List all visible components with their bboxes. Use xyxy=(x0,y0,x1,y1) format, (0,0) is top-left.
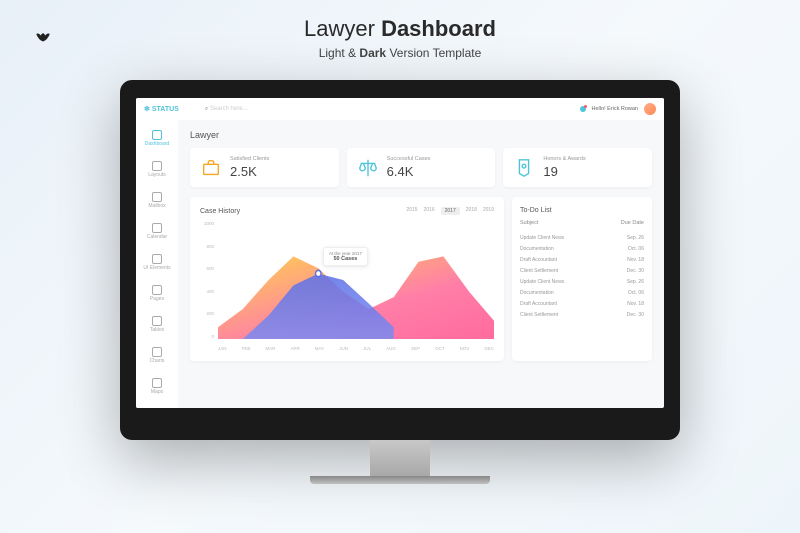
stat-icon xyxy=(200,157,222,179)
sidebar: Dashboard Layouts Mailbox Calendar UI Elemen… xyxy=(136,120,178,408)
todo-row[interactable]: Update Client NewsSep. 26 xyxy=(520,232,644,243)
stat-icon xyxy=(513,157,535,179)
case-history-card: Case History 2015 2016 2017 2018 2019 100080… xyxy=(190,197,504,361)
nav-icon xyxy=(152,378,162,388)
page-title: Lawyer xyxy=(190,130,652,140)
todo-row[interactable]: Draft AccountantNov. 18 xyxy=(520,254,644,265)
sidebar-item-maps[interactable]: Maps xyxy=(136,376,178,397)
year-tab[interactable]: 2019 xyxy=(483,207,494,215)
stat-icon xyxy=(357,157,379,179)
nav-icon xyxy=(152,223,162,233)
nav-icon xyxy=(152,285,162,295)
area-chart xyxy=(218,221,494,339)
year-tab[interactable]: 2016 xyxy=(424,207,435,215)
nav-icon xyxy=(152,347,162,357)
todo-row[interactable]: Update Client NewsSep. 26 xyxy=(520,276,644,287)
brand-logo[interactable]: ✻ STATUS xyxy=(144,105,179,113)
vendor-badge xyxy=(18,12,68,62)
nav-icon xyxy=(152,161,162,171)
app-screen: ✻ STATUS ⌕ Search here... Hello! Erick R… xyxy=(136,98,664,408)
sidebar-item-layouts[interactable]: Layouts xyxy=(136,159,178,180)
stat-card: Satisfied Clients2.5K xyxy=(190,148,339,187)
todo-row[interactable]: DocumentationOct. 06 xyxy=(520,243,644,254)
search-input[interactable]: ⌕ Search here... xyxy=(205,106,574,113)
main-content: Lawyer Satisfied Clients2.5KSuccessful C… xyxy=(178,120,664,408)
chart-tooltip: At the year 2017 50 Cases xyxy=(323,247,368,266)
sidebar-item-tables[interactable]: Tables xyxy=(136,314,178,335)
sidebar-item-dashboard[interactable]: Dashboard xyxy=(136,128,178,149)
nav-icon xyxy=(152,192,162,202)
sidebar-item-calendar[interactable]: Calendar xyxy=(136,221,178,242)
bat-icon xyxy=(34,28,52,46)
todo-col-due: Due Date xyxy=(621,220,644,226)
sidebar-item-ui-elements[interactable]: UI Elements xyxy=(136,252,178,273)
promo-subtitle: Light & Dark Version Template xyxy=(0,46,800,60)
promo-title: Lawyer Dashboard xyxy=(0,0,800,42)
notification-icon[interactable] xyxy=(580,106,586,112)
sidebar-item-mailbox[interactable]: Mailbox xyxy=(136,190,178,211)
year-tab[interactable]: 2017 xyxy=(441,207,460,215)
sidebar-item-pages[interactable]: Pages xyxy=(136,283,178,304)
chart-area: 10008006004002000 xyxy=(200,221,494,351)
topbar: ✻ STATUS ⌕ Search here... Hello! Erick R… xyxy=(136,98,664,120)
nav-icon xyxy=(152,130,162,140)
year-tabs: 2015 2016 2017 2018 2019 xyxy=(406,207,494,215)
nav-icon xyxy=(152,254,162,264)
nav-icon xyxy=(152,316,162,326)
stat-card: Honors & Awards19 xyxy=(503,148,652,187)
monitor-mockup: ✻ STATUS ⌕ Search here... Hello! Erick R… xyxy=(120,80,680,484)
year-tab[interactable]: 2018 xyxy=(466,207,477,215)
todo-col-subject: Subject xyxy=(520,220,538,226)
sidebar-item-charts[interactable]: Charts xyxy=(136,345,178,366)
sidebar-item-profile[interactable]: Profile xyxy=(136,407,178,408)
chart-title: Case History xyxy=(200,208,240,215)
todo-row[interactable]: Client SettlementDec. 30 xyxy=(520,309,644,320)
avatar[interactable] xyxy=(644,103,656,115)
stat-card: Successful Cases6.4K xyxy=(347,148,496,187)
todo-row[interactable]: Draft AccountantNov. 18 xyxy=(520,298,644,309)
user-greeting: Hello! Erick Rowan xyxy=(592,106,638,112)
todo-title: To-Do List xyxy=(520,207,644,214)
todo-card: To-Do List Subject Due Date Update Clien… xyxy=(512,197,652,361)
todo-row[interactable]: Client SettlementDec. 30 xyxy=(520,265,644,276)
year-tab[interactable]: 2015 xyxy=(406,207,417,215)
todo-row[interactable]: DocumentationOct. 06 xyxy=(520,287,644,298)
